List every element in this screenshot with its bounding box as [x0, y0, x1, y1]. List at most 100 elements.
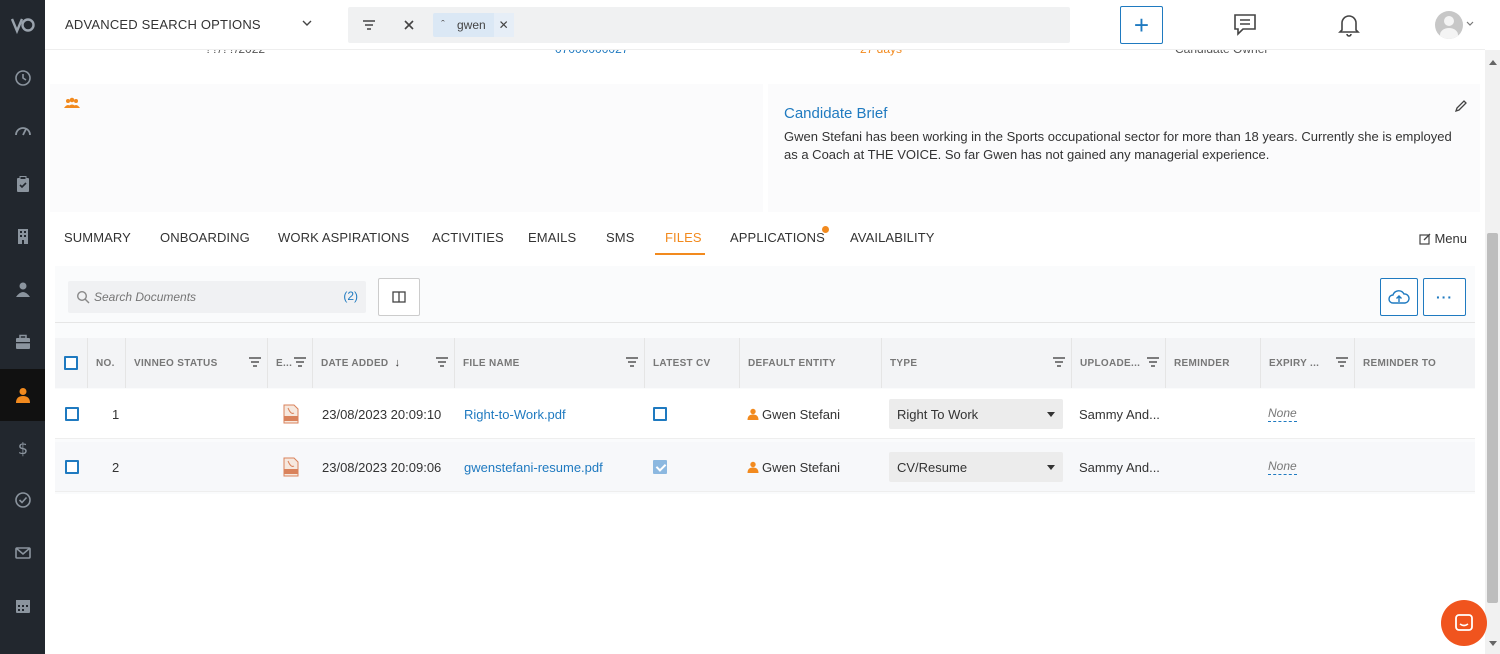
- candidate-contacts-panel: [50, 84, 763, 212]
- table-row[interactable]: 2 23/08/2023 20:09:06 gwenstefani-resume…: [55, 442, 1475, 492]
- filter-icon[interactable]: [626, 357, 638, 367]
- tab-bar: SUMMARY ONBOARDING WORK ASPIRATIONS ACTI…: [45, 222, 1485, 258]
- row-select-cell: [65, 389, 79, 439]
- menu-button[interactable]: Menu: [1419, 231, 1467, 246]
- team-icon: [64, 97, 80, 108]
- expiry-cell: None: [1268, 389, 1297, 439]
- type-select[interactable]: Right To Work: [889, 399, 1063, 429]
- type-cell: CV/Resume: [889, 442, 1063, 492]
- file-name-link[interactable]: Right-to-Work.pdf: [464, 389, 566, 439]
- scroll-thumb[interactable]: [1487, 233, 1498, 603]
- clipboard-icon[interactable]: [0, 158, 45, 210]
- pdf-icon: [283, 442, 299, 492]
- dashboard-icon[interactable]: [0, 105, 45, 157]
- tab-emails[interactable]: EMAILS: [528, 230, 576, 245]
- type-select[interactable]: CV/Resume: [889, 452, 1063, 482]
- history-icon[interactable]: [0, 52, 45, 104]
- active-tab-underline: [655, 253, 705, 255]
- advanced-search-label[interactable]: ADVANCED SEARCH OPTIONS: [65, 17, 261, 32]
- filter-icon[interactable]: [436, 357, 448, 367]
- col-extension[interactable]: E...: [268, 338, 313, 388]
- pencil-icon[interactable]: [1454, 99, 1468, 113]
- calendar-icon[interactable]: [0, 580, 45, 632]
- select-all-cell: [55, 338, 88, 388]
- vertical-scrollbar[interactable]: [1485, 50, 1500, 654]
- col-type[interactable]: TYPE: [882, 338, 1072, 388]
- row-no: 2: [112, 459, 120, 475]
- col-date-added[interactable]: DATE ADDED ↓: [313, 338, 455, 388]
- filter-icon[interactable]: [360, 16, 378, 34]
- col-reminder[interactable]: REMINDER: [1166, 338, 1261, 388]
- app-logo[interactable]: [0, 0, 45, 50]
- sort-down-icon[interactable]: ↓: [394, 357, 400, 369]
- row-checkbox[interactable]: [65, 460, 79, 474]
- tab-availability[interactable]: AVAILABILITY: [850, 230, 935, 245]
- expiry-none-link[interactable]: None: [1268, 406, 1297, 422]
- expiry-none-link[interactable]: None: [1268, 459, 1297, 475]
- divider: [55, 322, 1475, 323]
- file-name-link[interactable]: gwenstefani-resume.pdf: [464, 442, 603, 492]
- columns-toggle-button[interactable]: [378, 278, 420, 316]
- chat-icon[interactable]: [1232, 12, 1258, 38]
- filter-icon[interactable]: [1053, 357, 1065, 367]
- tab-sms[interactable]: SMS: [606, 230, 634, 245]
- avatar[interactable]: [1435, 11, 1463, 39]
- table-row[interactable]: 1 23/08/2023 20:09:10 Right-to-Work.pdf …: [55, 389, 1475, 439]
- tab-activities[interactable]: ACTIVITIES: [432, 230, 504, 245]
- person-icon: [747, 461, 759, 473]
- menu-label: Menu: [1434, 231, 1467, 246]
- chevron-down-icon[interactable]: [300, 16, 314, 30]
- filter-bar: ˆ gwen ✕: [348, 7, 1070, 43]
- scroll-up-arrow[interactable]: [1489, 60, 1497, 65]
- default-entity-name[interactable]: Gwen Stefani: [762, 460, 840, 475]
- caret-down-icon: [1047, 464, 1055, 470]
- search-documents-input[interactable]: [94, 288, 334, 306]
- chip-remove-icon[interactable]: ✕: [493, 13, 514, 37]
- latest-cv-checkbox[interactable]: [653, 460, 667, 474]
- tab-onboarding[interactable]: ONBOARDING: [160, 230, 250, 245]
- row-no: 1: [112, 406, 120, 422]
- tab-summary[interactable]: SUMMARY: [64, 230, 131, 245]
- briefcase-icon[interactable]: [0, 316, 45, 368]
- default-entity-name[interactable]: Gwen Stefani: [762, 407, 840, 422]
- tab-files[interactable]: FILES: [665, 230, 702, 245]
- filter-icon[interactable]: [1147, 357, 1159, 367]
- filter-icon[interactable]: [294, 357, 306, 367]
- latest-cv-checkbox[interactable]: [653, 407, 667, 421]
- chat-launcher-button[interactable]: [1441, 600, 1487, 646]
- tab-work-aspirations[interactable]: WORK ASPIRATIONS: [278, 230, 409, 245]
- columns-icon: [392, 291, 406, 303]
- documents-count: (2): [343, 289, 358, 303]
- select-all-checkbox[interactable]: [64, 356, 78, 370]
- more-actions-button[interactable]: ···: [1423, 278, 1466, 316]
- search-documents: (2): [68, 281, 366, 313]
- candidate-icon[interactable]: [0, 369, 45, 421]
- check-circle-icon[interactable]: [0, 474, 45, 526]
- upload-button[interactable]: [1380, 278, 1418, 316]
- tab-applications[interactable]: APPLICATIONS: [730, 230, 825, 245]
- row-checkbox[interactable]: [65, 407, 79, 421]
- filter-icon[interactable]: [249, 357, 261, 367]
- pdf-icon: [283, 389, 299, 439]
- scroll-down-arrow[interactable]: [1489, 641, 1497, 646]
- add-button[interactable]: +: [1120, 6, 1163, 44]
- contact-icon[interactable]: [0, 263, 45, 315]
- col-latest-cv[interactable]: LATEST CV: [645, 338, 740, 388]
- col-file-name[interactable]: FILE NAME: [455, 338, 645, 388]
- top-bar: ADVANCED SEARCH OPTIONS ˆ gwen ✕ +: [45, 0, 1485, 50]
- bell-icon[interactable]: [1336, 12, 1362, 38]
- close-icon[interactable]: [400, 16, 418, 34]
- col-expiry[interactable]: EXPIRY ...: [1261, 338, 1355, 388]
- filter-chip[interactable]: ˆ gwen ✕: [433, 13, 514, 37]
- col-reminder-to[interactable]: REMINDER TO: [1355, 338, 1475, 388]
- dollar-icon[interactable]: $: [0, 422, 45, 474]
- filter-icon[interactable]: [1336, 357, 1348, 367]
- col-no[interactable]: NO.: [88, 338, 126, 388]
- building-icon[interactable]: [0, 210, 45, 262]
- col-vinneo-status[interactable]: VINNEO STATUS: [126, 338, 268, 388]
- col-default-entity[interactable]: DEFAULT ENTITY: [740, 338, 882, 388]
- chevron-down-icon[interactable]: [1466, 20, 1474, 28]
- files-table-header: NO. VINNEO STATUS E... DATE ADDED ↓ FILE…: [55, 338, 1475, 388]
- mail-icon[interactable]: [0, 527, 45, 579]
- col-uploaded-by[interactable]: UPLOADE...: [1072, 338, 1166, 388]
